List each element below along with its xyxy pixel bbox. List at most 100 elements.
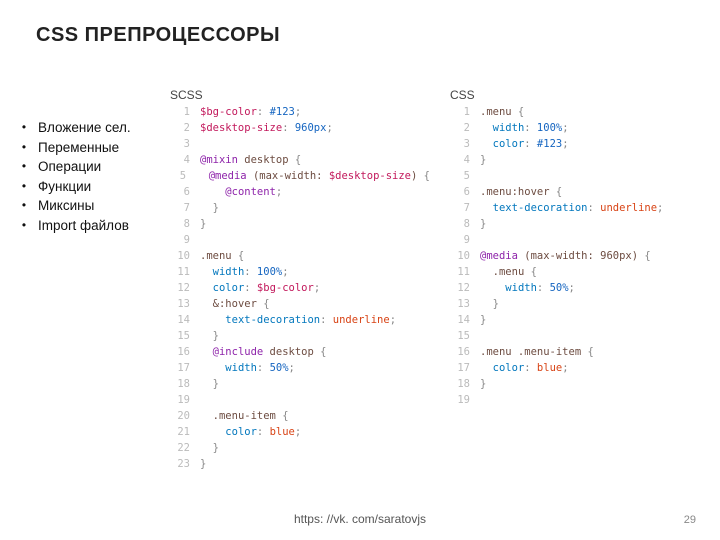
line-number: 4: [450, 154, 470, 166]
code-content: color: $bg-color;: [200, 282, 320, 294]
code-line: 6 .menu:hover {: [450, 186, 710, 202]
line-number: 16: [170, 346, 190, 358]
code-line: 19: [450, 394, 710, 410]
line-number: 19: [450, 394, 470, 406]
code-line: 13 &:hover {: [170, 298, 430, 314]
bullet-text: Функции: [38, 177, 91, 197]
line-number: 6: [170, 186, 190, 198]
bullet-icon: •: [18, 138, 30, 156]
scss-code-lines: 1 $bg-color: #123; 2 $desktop-size: 960px; 3…: [170, 106, 430, 474]
code-content: width: 100%;: [480, 122, 569, 134]
code-line: 17 color: blue;: [450, 362, 710, 378]
line-number: 18: [450, 378, 470, 390]
code-line: 7 text-decoration: underline;: [450, 202, 710, 218]
code-content: }: [480, 218, 486, 230]
code-line: 5: [450, 170, 710, 186]
line-number: 13: [170, 298, 190, 310]
line-number: 1: [170, 106, 190, 118]
code-content: text-decoration: underline;: [200, 314, 396, 326]
bullet-icon: •: [18, 216, 30, 234]
code-line: 14 text-decoration: underline;: [170, 314, 430, 330]
line-number: 14: [450, 314, 470, 326]
code-line: 12 color: $bg-color;: [170, 282, 430, 298]
code-line: 10 @media (max-width: 960px) {: [450, 250, 710, 266]
code-content: $bg-color: #123;: [200, 106, 301, 118]
code-content: @media (max-width: $desktop-size) {: [196, 170, 430, 182]
code-line: 11 .menu {: [450, 266, 710, 282]
list-item: • Переменные: [18, 138, 131, 158]
line-number: 22: [170, 442, 190, 454]
bullet-icon: •: [18, 118, 30, 136]
line-number: 9: [450, 234, 470, 246]
list-item: •Операции: [18, 157, 131, 177]
code-content: }: [480, 298, 499, 310]
code-content: color: blue;: [200, 426, 301, 438]
code-line: 17 width: 50%;: [170, 362, 430, 378]
code-line: 22 }: [170, 442, 430, 458]
code-line: 6 @content;: [170, 186, 430, 202]
code-line: 16 @include desktop {: [170, 346, 430, 362]
line-number: 6: [450, 186, 470, 198]
bullet-icon: •: [18, 177, 30, 195]
line-number: 1: [450, 106, 470, 118]
code-line: 4}: [450, 154, 710, 170]
line-number: 11: [450, 266, 470, 278]
line-number: 3: [170, 138, 190, 150]
css-code-panel: CSS 1.menu {2 width: 100%;3 color: #123;…: [450, 106, 710, 410]
list-item: •Миксины: [18, 196, 131, 216]
bullet-text: Переменные: [38, 138, 119, 158]
line-number: 3: [450, 138, 470, 150]
code-content: .menu:hover {: [480, 186, 562, 198]
line-number: 17: [170, 362, 190, 374]
line-number: 12: [170, 282, 190, 294]
line-number: 15: [170, 330, 190, 342]
code-content: .menu {: [480, 106, 524, 118]
code-line: 18 }: [170, 378, 430, 394]
code-content: color: blue;: [480, 362, 569, 374]
line-number: 15: [450, 330, 470, 342]
line-number: 17: [450, 362, 470, 374]
line-number: 23: [170, 458, 190, 470]
code-line: 1 .menu {: [450, 106, 710, 122]
bullet-text: Import файлов: [38, 216, 129, 236]
line-number: 8: [450, 218, 470, 230]
code-line: 12 width: 50%;: [450, 282, 710, 298]
code-line: 3 color: #123;: [450, 138, 710, 154]
line-number: 5: [170, 170, 186, 182]
code-content: &:hover {: [200, 298, 270, 310]
page-title: CSS ПРЕПРОЦЕССОРЫ: [36, 24, 280, 47]
bullet-icon: •: [18, 196, 30, 214]
line-number: 11: [170, 266, 190, 278]
code-line: 9: [170, 234, 430, 250]
line-number: 4: [170, 154, 190, 166]
line-number: 2: [170, 122, 190, 134]
code-content: }: [200, 218, 206, 230]
code-line: 8}: [450, 218, 710, 234]
code-content: width: 50%;: [480, 282, 575, 294]
line-number: 10: [170, 250, 190, 262]
slide: CSS ПРЕПРОЦЕССОРЫ •Вложение сел. •Переме…: [0, 0, 720, 540]
code-content: color: #123;: [480, 138, 569, 150]
line-number: 16: [450, 346, 470, 358]
code-content: $desktop-size: 960px;: [200, 122, 333, 134]
code-content: text-decoration: underline;: [480, 202, 663, 214]
code-line: 19: [170, 394, 430, 410]
line-number: 9: [170, 234, 190, 246]
code-content: }: [480, 378, 486, 390]
list-item: • Функции: [18, 177, 131, 197]
code-content: width: 100%;: [200, 266, 289, 278]
line-number: 7: [450, 202, 470, 214]
code-line: 4 @mixin desktop {: [170, 154, 430, 170]
line-number: 7: [170, 202, 190, 214]
code-content: .menu {: [480, 266, 537, 278]
line-number: 2: [450, 122, 470, 134]
line-number: 19: [170, 394, 190, 406]
code-line: 8}: [170, 218, 430, 234]
code-content: @mixin desktop {: [200, 154, 301, 166]
line-number: 21: [170, 426, 190, 438]
code-line: 1 $bg-color: #123;: [170, 106, 430, 122]
code-line: 7 }: [170, 202, 430, 218]
code-content: @media (max-width: 960px) {: [480, 250, 651, 262]
line-number: 10: [450, 250, 470, 262]
css-code-lines: 1.menu {2 width: 100%;3 color: #123;4}56…: [450, 106, 710, 410]
